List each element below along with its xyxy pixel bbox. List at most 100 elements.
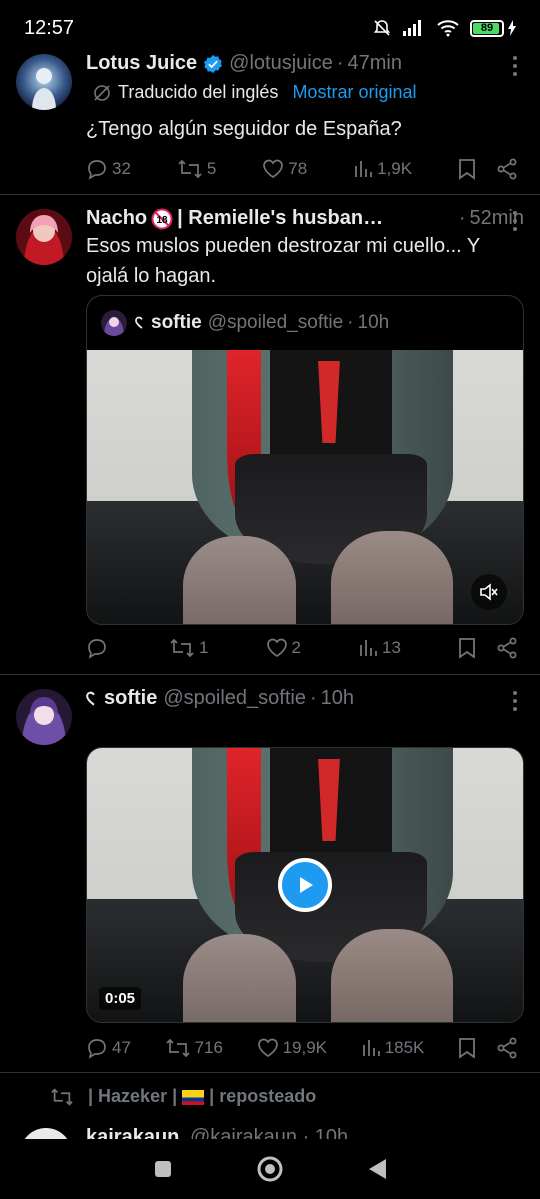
play-icon (300, 877, 313, 893)
views-count: 1,9K (377, 159, 413, 178)
display-name: kairakaun (86, 1126, 180, 1140)
views-button[interactable]: 185K (361, 1038, 425, 1058)
signal-icon (403, 20, 421, 36)
like-button[interactable]: 19,9K (257, 1038, 327, 1058)
repost-button[interactable]: 5 (177, 159, 216, 179)
repost-button[interactable]: 1 (169, 638, 209, 658)
repost-button[interactable]: 716 (165, 1038, 223, 1058)
translated-label: Traducido del inglés (118, 82, 279, 102)
like-count: 19,9K (282, 1038, 328, 1057)
heart-outline-icon (86, 691, 95, 706)
tweet-text: Esos muslos pueden destrozar mi cuello..… (86, 235, 480, 287)
heart-icon (266, 638, 287, 657)
speaker-muted-icon (480, 583, 498, 601)
secondary-actions (458, 158, 518, 180)
square-icon (155, 1161, 172, 1177)
heart-icon (257, 1038, 278, 1057)
colombia-flag-icon (182, 1089, 205, 1105)
repost-icon (178, 159, 202, 179)
quote-header: softie @spoiled_softie · 10h (101, 310, 509, 336)
quote-avatar (101, 310, 127, 336)
tweet-header: softie @spoiled_softie · 10h (86, 687, 524, 710)
display-name[interactable]: Nacho (86, 207, 147, 230)
quote-timestamp: 10h (357, 312, 390, 333)
clock: 12:57 (24, 16, 75, 39)
repost-count: 1 (199, 638, 209, 657)
bookmark-icon[interactable] (458, 637, 476, 659)
like-button[interactable]: 2 (266, 638, 301, 658)
charging-icon (508, 20, 516, 36)
display-name[interactable]: softie (104, 687, 157, 710)
views-count: 13 (382, 638, 401, 657)
circle-icon (257, 1156, 283, 1182)
avatar[interactable] (16, 689, 72, 745)
tweet-text: ¿Tengo algún seguidor de España? (86, 118, 402, 140)
reply-count: 32 (112, 159, 131, 178)
translation-notice: Traducido del inglés Mostrar original (92, 82, 416, 103)
reply-count: 47 (112, 1038, 131, 1057)
repost-count: 716 (194, 1038, 223, 1057)
back-button[interactable] (357, 1149, 397, 1189)
tweet-lotusjuice[interactable]: Lotus Juice @lotusjuice · 47min Traducid… (0, 40, 540, 195)
tweet-actions: 32 5 78 1,9K (86, 158, 518, 180)
repost-count: 5 (206, 159, 217, 178)
tweet-actions: 47 716 19,9K 185K (86, 1037, 518, 1059)
avatar[interactable] (16, 209, 72, 265)
tweet-video[interactable]: 0:05 (86, 747, 524, 1023)
mute-button[interactable] (471, 574, 507, 610)
video-duration: 0:05 (99, 987, 142, 1010)
like-count: 2 (291, 638, 301, 657)
share-icon[interactable] (496, 637, 518, 659)
views-button[interactable]: 1,9K (353, 159, 412, 179)
views-chart-icon (355, 161, 372, 177)
more-options-icon[interactable] (512, 56, 518, 76)
tweet-actions: 1 2 13 (86, 637, 518, 659)
bookmark-icon[interactable] (458, 1037, 476, 1059)
wifi-icon (437, 20, 459, 37)
reply-icon (88, 160, 106, 180)
reposter-name[interactable]: | Hazeker | (88, 1086, 177, 1106)
views-count: 185K (384, 1038, 425, 1057)
separator-dot: · (458, 207, 466, 229)
views-button[interactable]: 13 (358, 638, 401, 658)
next-tweet-partial[interactable]: kairakaun @kairakaun · 10h (0, 1126, 540, 1140)
tweet-softie[interactable]: softie @spoiled_softie · 10h 0:05 47 716… (0, 675, 540, 1073)
verified-badge-icon (204, 54, 223, 73)
avatar[interactable] (16, 54, 72, 110)
like-button[interactable]: 78 (262, 159, 307, 179)
reposted-label: | reposteado (209, 1086, 317, 1106)
share-icon[interactable] (496, 158, 518, 180)
display-name[interactable]: Lotus Juice (86, 52, 197, 75)
like-count: 78 (288, 159, 308, 178)
quote-video[interactable] (87, 350, 523, 624)
battery-indicator: 89 (470, 19, 516, 37)
handle[interactable]: @lotusjuice (229, 52, 333, 75)
tweet-nacho[interactable]: Nacho 18 | Remielle's husband ... · 52mi… (0, 195, 540, 675)
quoted-tweet[interactable]: softie @spoiled_softie · 10h (86, 295, 524, 625)
separator-dot: · (336, 52, 344, 74)
muted-bell-icon (373, 20, 391, 36)
system-navigation-bar (0, 1139, 540, 1199)
reply-button[interactable]: 32 (86, 158, 131, 180)
handle[interactable]: @spoiled_softie (163, 687, 306, 710)
more-options-icon[interactable] (512, 211, 518, 231)
repost-icon (170, 638, 194, 658)
recents-button[interactable] (143, 1149, 183, 1189)
repost-banner[interactable]: | Hazeker | | reposteado (50, 1086, 316, 1107)
views-chart-icon (360, 640, 377, 656)
reply-button[interactable]: 47 (86, 1037, 131, 1059)
home-button[interactable] (250, 1149, 290, 1189)
tweet-header: Lotus Juice @lotusjuice · 47min (86, 52, 524, 75)
play-button[interactable] (278, 858, 332, 912)
display-name-suffix[interactable]: | Remielle's husband ... (177, 207, 387, 230)
show-original-link[interactable]: Mostrar original (292, 82, 416, 103)
status-icons: 89 (372, 18, 516, 38)
share-icon[interactable] (496, 1037, 518, 1059)
timestamp[interactable]: 47min (348, 52, 402, 75)
translate-icon (94, 84, 110, 101)
timestamp[interactable]: 10h (321, 687, 354, 710)
bookmark-icon[interactable] (458, 158, 476, 180)
reply-button[interactable] (86, 637, 112, 659)
handle: @kairakaun · 10h (190, 1126, 349, 1140)
more-options-icon[interactable] (512, 691, 518, 711)
